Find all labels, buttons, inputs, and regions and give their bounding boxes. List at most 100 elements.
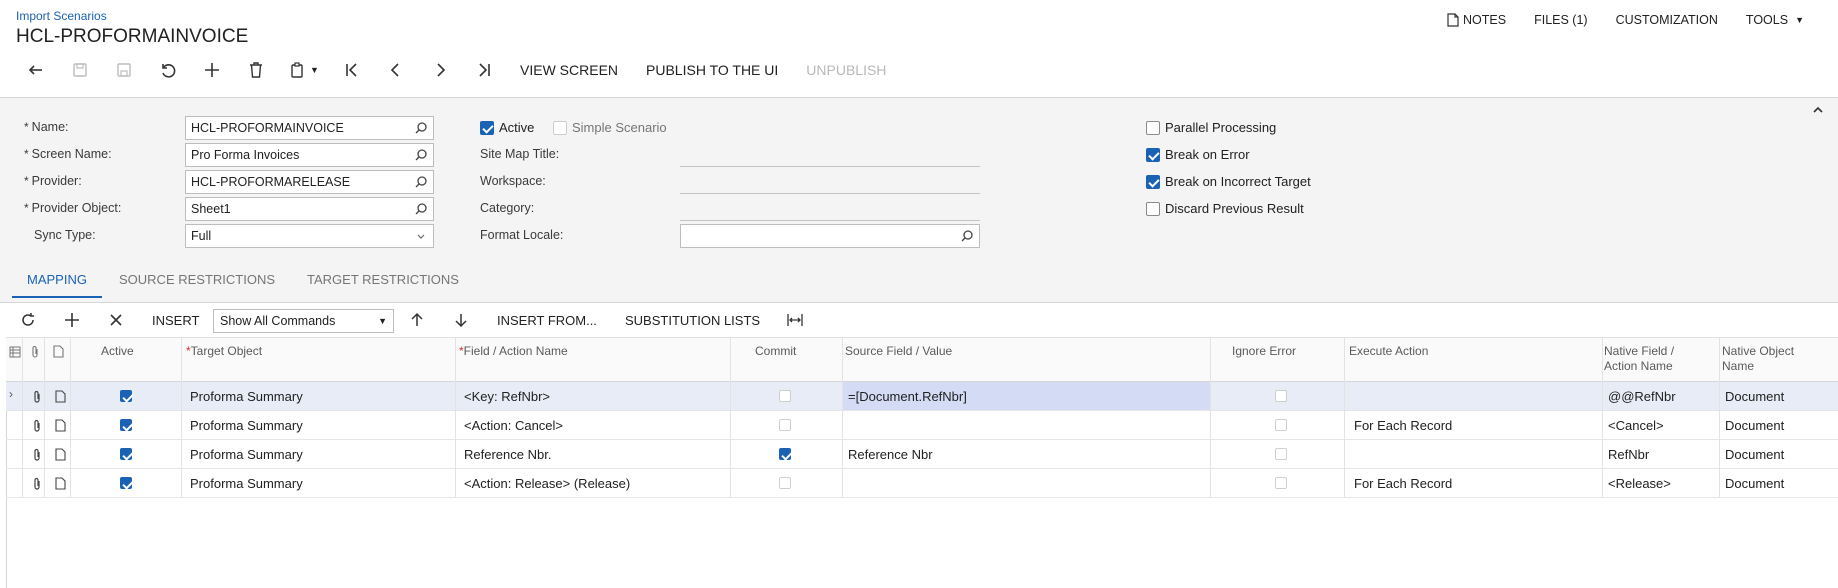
col-field-action-name[interactable]: *Field / Action Name [459, 344, 568, 359]
cell-source-field-value[interactable]: Reference Nbr [848, 447, 933, 462]
cell-target-object[interactable]: Proforma Summary [190, 447, 303, 462]
parallel-processing-checkbox[interactable]: Parallel Processing [1146, 120, 1276, 135]
add-row-button[interactable] [64, 303, 80, 337]
name-field[interactable]: HCL-PROFORMAINVOICE [185, 116, 434, 140]
col-native-field[interactable]: Native Field / Action Name [1604, 344, 1674, 374]
search-icon[interactable] [414, 202, 428, 216]
cell-execute-action[interactable]: For Each Record [1354, 418, 1452, 433]
insert-button[interactable]: INSERT [152, 303, 199, 337]
delete-row-button[interactable] [108, 303, 124, 337]
cell-field-action-name[interactable]: <Action: Release> (Release) [464, 476, 630, 491]
grid-settings-icon[interactable] [9, 346, 21, 358]
parallel-processing-check[interactable] [1146, 120, 1160, 135]
active-check[interactable] [480, 120, 494, 135]
tab-mapping[interactable]: MAPPING [27, 272, 87, 287]
previous-record-button[interactable] [374, 56, 418, 84]
row-active-checkbox[interactable] [120, 419, 132, 431]
commands-select[interactable]: Show All Commands ▼ [213, 309, 394, 333]
row-ignore-error-checkbox[interactable] [1275, 419, 1287, 431]
row-active-checkbox[interactable] [120, 448, 132, 460]
break-on-error-checkbox[interactable]: Break on Error [1146, 147, 1250, 162]
row-ignore-error-checkbox[interactable] [1275, 390, 1287, 402]
note-icon[interactable] [55, 419, 66, 432]
active-checkbox[interactable]: Active [480, 120, 534, 135]
col-target-object[interactable]: *Target Object [186, 344, 262, 359]
row-commit-checkbox[interactable] [779, 448, 791, 460]
row-selector-icon[interactable]: › [9, 387, 13, 401]
search-icon[interactable] [414, 148, 428, 162]
customization-link[interactable]: CUSTOMIZATION [1616, 13, 1718, 27]
collapse-panel-button[interactable] [1812, 104, 1824, 119]
publish-button[interactable]: PUBLISH TO THE UI [646, 62, 778, 78]
insert-from-button[interactable]: INSERT FROM... [497, 303, 597, 337]
move-down-button[interactable] [453, 303, 469, 337]
row-ignore-error-checkbox[interactable] [1275, 448, 1287, 460]
save-button[interactable] [102, 56, 146, 84]
table-row[interactable]: Proforma Summary <Action: Release> (Rele… [6, 469, 1838, 498]
discard-previous-result-check[interactable] [1146, 201, 1160, 216]
cell-target-object[interactable]: Proforma Summary [190, 418, 303, 433]
cell-target-object[interactable]: Proforma Summary [190, 389, 303, 404]
add-new-button[interactable] [190, 56, 234, 84]
notes-link[interactable]: NOTES [1447, 13, 1506, 27]
cell-source-field-value[interactable]: =[Document.RefNbr] [848, 389, 967, 404]
sync-type-select[interactable]: Full [185, 224, 434, 248]
simple-scenario-checkbox[interactable]: Simple Scenario [553, 120, 667, 135]
cell-field-action-name[interactable]: Reference Nbr. [464, 447, 551, 462]
note-icon[interactable] [55, 390, 66, 403]
note-icon[interactable] [55, 448, 66, 461]
break-on-incorrect-target-checkbox[interactable]: Break on Incorrect Target [1146, 174, 1311, 189]
tab-target-restrictions[interactable]: TARGET RESTRICTIONS [307, 272, 459, 287]
note-icon[interactable] [55, 477, 66, 490]
table-row[interactable]: Proforma Summary Reference Nbr. Referenc… [6, 440, 1838, 469]
substitution-lists-button[interactable]: SUBSTITUTION LISTS [625, 303, 760, 337]
view-screen-button[interactable]: VIEW SCREEN [520, 62, 618, 78]
save-close-button[interactable] [58, 56, 102, 84]
next-record-button[interactable] [418, 56, 462, 84]
tools-menu[interactable]: TOOLS ▼ [1746, 13, 1804, 27]
col-execute-action[interactable]: Execute Action [1349, 344, 1428, 359]
break-on-error-check[interactable] [1146, 147, 1160, 162]
delete-button[interactable] [234, 56, 278, 84]
col-ignore-error[interactable]: Ignore Error [1232, 344, 1296, 359]
cell-field-action-name[interactable]: <Action: Cancel> [464, 418, 563, 433]
format-locale-field[interactable] [680, 224, 980, 248]
row-active-checkbox[interactable] [120, 390, 132, 402]
provider-field[interactable]: HCL-PROFORMARELEASE [185, 170, 434, 194]
break-on-incorrect-target-check[interactable] [1146, 174, 1160, 189]
discard-previous-result-checkbox[interactable]: Discard Previous Result [1146, 201, 1304, 216]
search-icon[interactable] [414, 121, 428, 135]
first-record-button[interactable] [330, 56, 374, 84]
cancel-button[interactable] [146, 56, 190, 84]
cell-field-action-name[interactable]: <Key: RefNbr> [464, 389, 550, 404]
back-button[interactable] [14, 56, 58, 84]
cell-target-object[interactable]: Proforma Summary [190, 476, 303, 491]
search-icon[interactable] [960, 229, 974, 243]
row-active-checkbox[interactable] [120, 477, 132, 489]
col-source-field-value[interactable]: Source Field / Value [845, 344, 952, 359]
attachment-icon[interactable] [32, 448, 42, 461]
row-commit-checkbox[interactable] [779, 477, 791, 489]
attachment-icon[interactable] [32, 477, 42, 490]
col-active[interactable]: Active [101, 344, 134, 359]
cell-execute-action[interactable]: For Each Record [1354, 476, 1452, 491]
unpublish-button[interactable]: UNPUBLISH [806, 62, 886, 78]
row-commit-checkbox[interactable] [779, 390, 791, 402]
search-icon[interactable] [414, 175, 428, 189]
col-commit[interactable]: Commit [755, 344, 796, 359]
col-native-object[interactable]: Native Object Name [1722, 344, 1794, 374]
last-record-button[interactable] [462, 56, 506, 84]
attachment-icon[interactable] [32, 390, 42, 403]
copy-paste-button[interactable]: ▼ [278, 56, 330, 84]
tab-source-restrictions[interactable]: SOURCE RESTRICTIONS [119, 272, 275, 287]
table-row[interactable]: Proforma Summary <Action: Cancel> For Ea… [6, 411, 1838, 440]
provider-object-field[interactable]: Sheet1 [185, 197, 434, 221]
simple-scenario-check[interactable] [553, 120, 567, 135]
table-row[interactable]: › Proforma Summary <Key: RefNbr> =[Docum… [6, 382, 1838, 411]
move-up-button[interactable] [409, 303, 425, 337]
row-commit-checkbox[interactable] [779, 419, 791, 431]
fit-columns-button[interactable] [787, 303, 803, 337]
files-link[interactable]: FILES (1) [1534, 13, 1588, 27]
screen-name-field[interactable]: Pro Forma Invoices [185, 143, 434, 167]
attachment-icon[interactable] [32, 419, 42, 432]
